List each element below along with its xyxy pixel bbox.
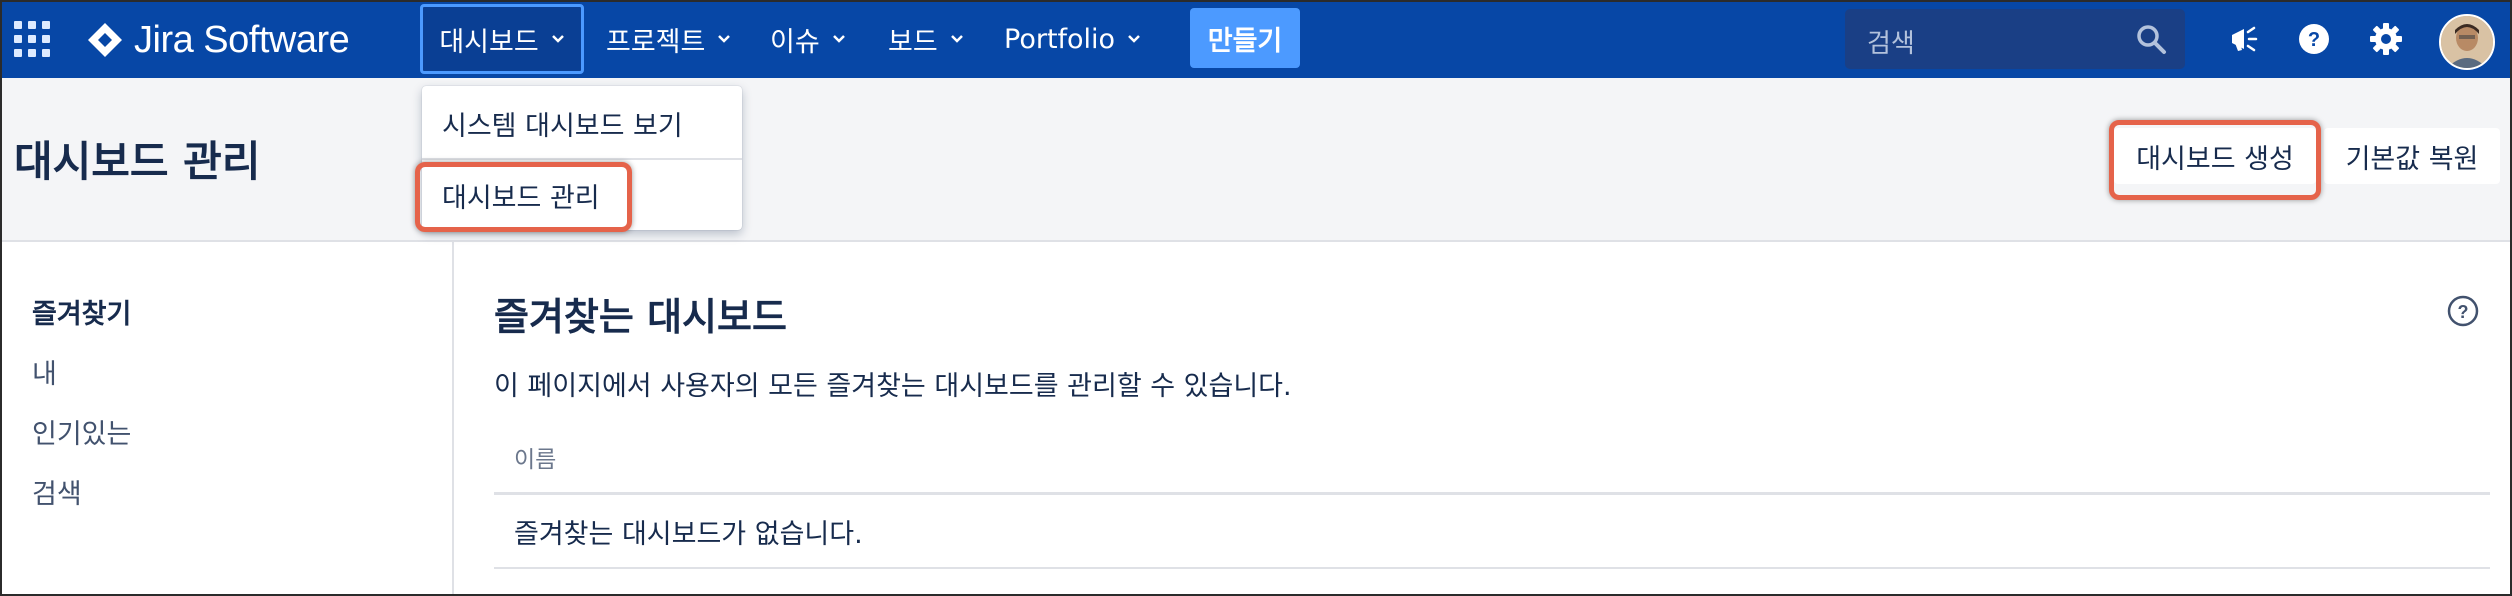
nav-issues-label: 이슈 xyxy=(770,26,820,58)
search-input[interactable]: 검색 xyxy=(1845,9,2185,69)
main-content: 즐겨찾는 대시보드 ? 이 페이지에서 사용자의 모든 즐겨찾는 대시보드를 관… xyxy=(454,242,2510,594)
chevron-down-icon xyxy=(718,35,731,43)
sidebar: 즐겨찾기 내 인기있는 검색 xyxy=(2,242,454,594)
nav-projects[interactable]: 프로젝트 xyxy=(606,4,731,74)
help-icon[interactable]: ? xyxy=(2446,294,2480,328)
settings-icon[interactable] xyxy=(2366,19,2406,59)
nav-dashboards[interactable]: 대시보드 xyxy=(420,4,584,74)
top-navigation: Jira Software 대시보드 프로젝트 이슈 보드 Portfolio … xyxy=(2,2,2510,78)
jira-logo-icon xyxy=(88,23,122,57)
search-placeholder: 검색 xyxy=(1867,29,1915,59)
jira-window: Jira Software 대시보드 프로젝트 이슈 보드 Portfolio … xyxy=(0,0,2512,596)
chevron-down-icon xyxy=(551,35,564,43)
nav-boards[interactable]: 보드 xyxy=(888,4,964,74)
chevron-down-icon xyxy=(1128,35,1140,43)
nav-portfolio-label: Portfolio xyxy=(1004,23,1116,55)
search-icon xyxy=(2137,25,2166,54)
sidebar-item-mine[interactable]: 내 xyxy=(32,352,57,391)
nav-portfolio[interactable]: Portfolio xyxy=(1004,4,1141,74)
sidebar-item-popular[interactable]: 인기있는 xyxy=(32,412,131,451)
nav-boards-label: 보드 xyxy=(888,26,938,58)
menu-divider xyxy=(422,158,742,160)
page-title: 대시보드 관리 xyxy=(14,137,261,186)
empty-message: 즐겨찾는 대시보드가 없습니다. xyxy=(494,495,2490,569)
app-name: Jira Software xyxy=(134,18,350,61)
dashboards-table: 이름 즐겨찾는 대시보드가 없습니다. xyxy=(494,422,2490,569)
section-description: 이 페이지에서 사용자의 모든 즐겨찾는 대시보드를 관리할 수 있습니다. xyxy=(494,371,1292,402)
sidebar-item-search[interactable]: 검색 xyxy=(32,472,82,511)
highlight-create-dashboard xyxy=(2109,120,2321,200)
jira-logo[interactable]: Jira Software xyxy=(86,16,350,64)
help-icon[interactable]: ? xyxy=(2294,19,2334,59)
nav-issues[interactable]: 이슈 xyxy=(770,4,846,74)
user-avatar-icon xyxy=(2441,16,2493,68)
svg-text:?: ? xyxy=(2458,302,2469,322)
section-title: 즐겨찾는 대시보드 xyxy=(494,295,787,339)
chevron-down-icon xyxy=(950,35,963,43)
highlight-manage-dashboards xyxy=(415,162,632,232)
restore-defaults-button[interactable]: 기본값 복원 xyxy=(2324,128,2500,184)
nav-projects-label: 프로젝트 xyxy=(606,26,706,58)
avatar[interactable] xyxy=(2439,14,2495,70)
app-switcher-icon[interactable] xyxy=(14,21,50,57)
create-button[interactable]: 만들기 xyxy=(1190,8,1300,68)
megaphone-icon[interactable] xyxy=(2224,19,2264,59)
menu-item-view-system-dashboard[interactable]: 시스템 대시보드 보기 xyxy=(442,104,683,143)
nav-dashboards-label: 대시보드 xyxy=(439,26,539,58)
column-header-name[interactable]: 이름 xyxy=(494,422,2490,495)
svg-text:?: ? xyxy=(2308,29,2320,51)
sidebar-item-favorites[interactable]: 즐겨찾기 xyxy=(32,292,131,331)
chevron-down-icon xyxy=(832,35,845,43)
